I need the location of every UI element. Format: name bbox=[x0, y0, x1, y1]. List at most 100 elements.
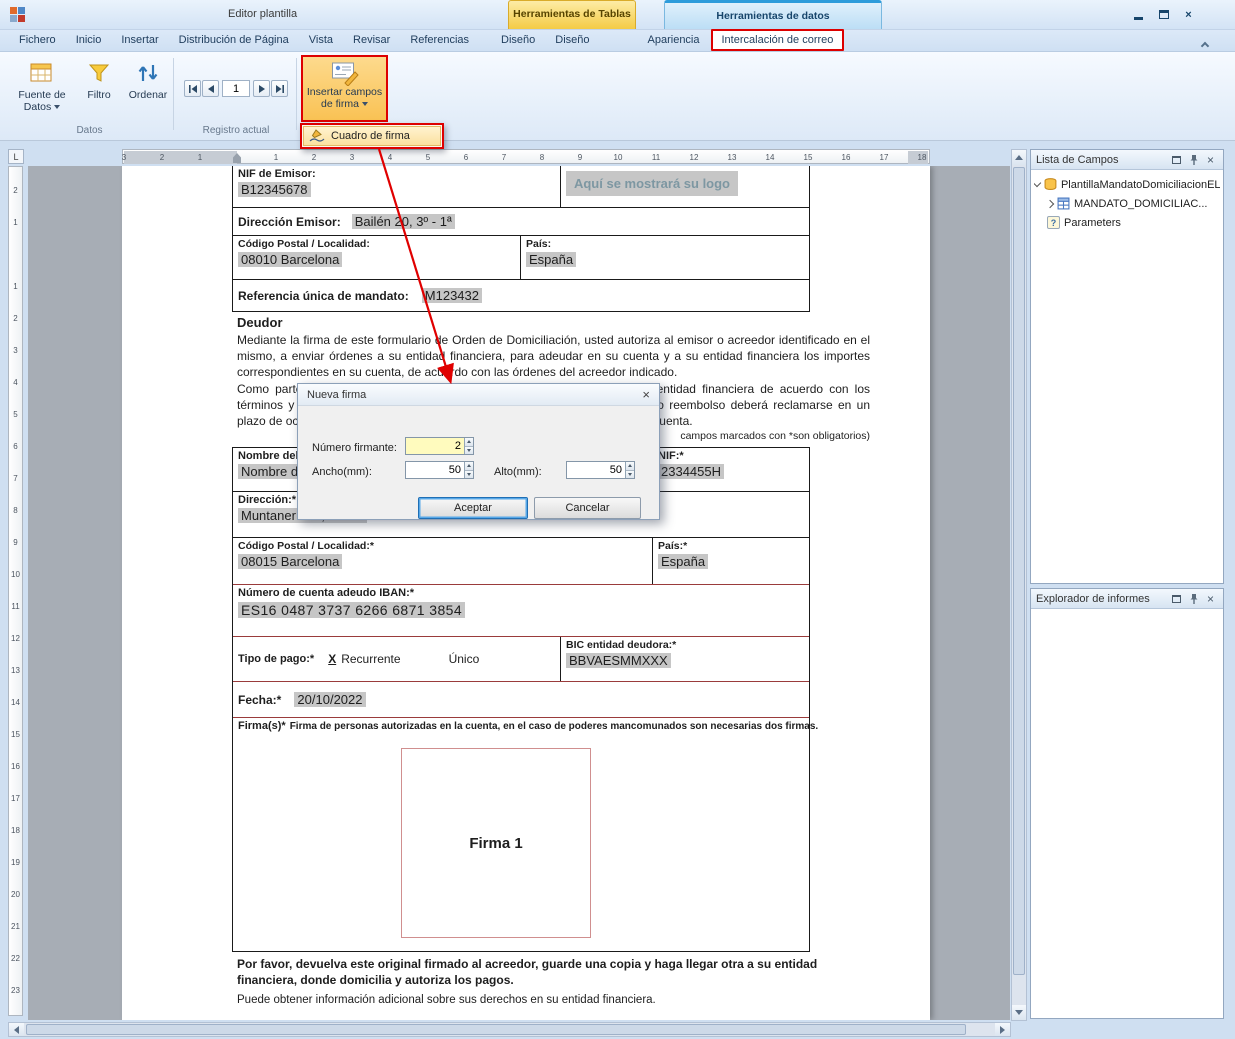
tab-referencias[interactable]: Referencias bbox=[401, 30, 478, 51]
tree-item-parameters[interactable]: ? Parameters bbox=[1034, 213, 1220, 232]
ruler-number: 4 bbox=[371, 150, 409, 165]
data-source-button[interactable]: Fuente de Datos bbox=[12, 56, 72, 122]
minimize-button[interactable] bbox=[1130, 7, 1147, 22]
filter-button[interactable]: Filtro bbox=[76, 56, 122, 122]
tab-inicio[interactable]: Inicio bbox=[67, 30, 111, 51]
vertical-ruler: 211234567891011121314151617181920212223 bbox=[8, 166, 23, 1016]
emisor-nif-field[interactable]: B12345678 bbox=[238, 182, 311, 197]
previous-record-button[interactable] bbox=[202, 80, 219, 97]
panel-title: Lista de Campos bbox=[1036, 154, 1167, 166]
tab-fichero[interactable]: Fichero bbox=[10, 30, 65, 51]
tree-item-table[interactable]: MANDATO_DOMICILIAC... bbox=[1034, 194, 1220, 213]
emisor-cp-field[interactable]: 08010 Barcelona bbox=[238, 252, 342, 267]
group-separator bbox=[296, 58, 297, 130]
tab-vista[interactable]: Vista bbox=[300, 30, 342, 51]
dialog-title-bar[interactable]: Nueva firma × bbox=[298, 384, 659, 406]
ruler-number: 3 bbox=[105, 150, 143, 165]
horizontal-scrollbar-thumb[interactable] bbox=[26, 1024, 966, 1035]
aceptar-button[interactable]: Aceptar bbox=[418, 497, 528, 519]
close-button[interactable]: × bbox=[1180, 7, 1197, 22]
window-title: Editor plantilla bbox=[228, 8, 297, 20]
minimize-icon bbox=[1134, 17, 1143, 20]
ancho-spinner[interactable] bbox=[464, 462, 473, 478]
app-icon bbox=[10, 7, 26, 23]
ribbon-collapse-button[interactable] bbox=[1197, 38, 1213, 50]
tab-selector-box[interactable]: L bbox=[8, 149, 24, 164]
alto-spinner[interactable] bbox=[625, 462, 634, 478]
title-bar: Editor plantilla Herramientas de Tablas … bbox=[0, 0, 1235, 30]
table-row: NIF de Emisor: B12345678 Aquí se mostrar… bbox=[233, 166, 809, 208]
ancho-input[interactable] bbox=[406, 462, 464, 478]
tipo-recurrente-label[interactable]: Recurrente bbox=[341, 652, 400, 666]
tipo-pago-x-mark[interactable]: X bbox=[328, 652, 336, 666]
ancho-label: Ancho(mm): bbox=[312, 466, 372, 478]
maximize-button[interactable] bbox=[1169, 591, 1184, 606]
tree-item-datasource[interactable]: PlantillaMandatoDomiciliacionEL bbox=[1034, 175, 1220, 194]
document-page[interactable]: NIF de Emisor: B12345678 Aquí se mostrar… bbox=[122, 166, 930, 1020]
deudor-nif-field[interactable]: 2334455H bbox=[658, 464, 724, 479]
bic-field[interactable]: BBVAESMMXXX bbox=[566, 653, 671, 668]
emisor-pais-label: País: bbox=[526, 238, 576, 250]
maximize-button[interactable] bbox=[1169, 152, 1184, 167]
deudor-iban-cell: Número de cuenta adeudo IBAN:* ES16 0487… bbox=[233, 585, 470, 636]
menu-item-cuadro-de-firma[interactable]: Cuadro de firma bbox=[303, 126, 441, 146]
numero-firmante-input[interactable] bbox=[406, 438, 464, 454]
ruler-number: 2 bbox=[295, 150, 333, 165]
emisor-direccion-field[interactable]: Bailén 20, 3º - 1ª bbox=[352, 214, 455, 229]
ruler-number: 19 bbox=[9, 847, 22, 879]
next-record-button[interactable] bbox=[253, 80, 270, 97]
dialog-close-button[interactable]: × bbox=[642, 388, 650, 401]
deudor-cp-field[interactable]: 08015 Barcelona bbox=[238, 554, 342, 569]
first-record-button[interactable] bbox=[184, 80, 201, 97]
ruler-number: 18 bbox=[903, 150, 941, 165]
tipo-unico-label[interactable]: Único bbox=[449, 652, 480, 666]
emisor-nif-cell: NIF de Emisor: B12345678 bbox=[233, 166, 561, 207]
tab-revisar[interactable]: Revisar bbox=[344, 30, 399, 51]
iban-field[interactable]: ES16 0487 3737 6266 6871 3854 bbox=[238, 602, 465, 618]
fecha-field[interactable]: 20/10/2022 bbox=[294, 692, 365, 707]
contextual-group-table-tools[interactable]: Herramientas de Tablas bbox=[508, 0, 636, 29]
emisor-pais-field[interactable]: España bbox=[526, 252, 576, 267]
scroll-down-button[interactable] bbox=[1012, 1005, 1026, 1020]
tree-item-label: MANDATO_DOMICILIAC... bbox=[1074, 198, 1207, 210]
tab-diseno-datos[interactable]: Diseño bbox=[546, 30, 598, 51]
pin-button[interactable] bbox=[1186, 591, 1201, 606]
ruler-number: 20 bbox=[9, 879, 22, 911]
spin-up-icon bbox=[626, 462, 634, 471]
sort-button[interactable]: Ordenar bbox=[124, 56, 172, 122]
contextual-group-data-tools[interactable]: Herramientas de datos bbox=[664, 0, 882, 29]
last-record-button[interactable] bbox=[271, 80, 288, 97]
alto-input[interactable] bbox=[567, 462, 625, 478]
numero-firmante-spinner[interactable] bbox=[464, 438, 473, 454]
ruler-number: 17 bbox=[9, 783, 22, 815]
tab-apariencia[interactable]: Apariencia bbox=[639, 30, 709, 51]
footer-normal-text: Puede obtener información adicional sobr… bbox=[237, 994, 870, 1006]
record-number-input[interactable] bbox=[222, 80, 250, 97]
deudor-table: Nombre del deudor:* Nombre del deudor NI… bbox=[232, 447, 810, 952]
group-separator bbox=[173, 58, 174, 130]
pin-button[interactable] bbox=[1186, 152, 1201, 167]
close-panel-button[interactable]: × bbox=[1203, 152, 1218, 167]
cancelar-button[interactable]: Cancelar bbox=[534, 497, 641, 519]
deudor-cp-label: Código Postal / Localidad:* bbox=[238, 540, 647, 552]
paragraph-1: Mediante la firma de este formulario de … bbox=[237, 332, 870, 380]
vertical-scrollbar-thumb[interactable] bbox=[1013, 167, 1025, 975]
scroll-right-button[interactable] bbox=[995, 1023, 1010, 1036]
restore-icon bbox=[1159, 10, 1169, 19]
tab-distribucion-de-pagina[interactable]: Distribución de Página bbox=[170, 30, 298, 51]
first-record-icon bbox=[188, 84, 198, 94]
close-panel-button[interactable]: × bbox=[1203, 591, 1218, 606]
deudor-pais-field[interactable]: España bbox=[658, 554, 708, 569]
tab-insertar[interactable]: Insertar bbox=[112, 30, 167, 51]
scroll-up-button[interactable] bbox=[1012, 150, 1026, 165]
referencia-field[interactable]: M123432 bbox=[422, 288, 482, 303]
restore-button[interactable] bbox=[1155, 7, 1172, 22]
signature-box[interactable]: Firma 1 bbox=[401, 748, 591, 938]
fecha-label: Fecha:* bbox=[238, 693, 281, 707]
insert-signature-fields-button[interactable]: Insertar campos de firma bbox=[301, 55, 388, 122]
fecha-cell: Fecha:* 20/10/2022 bbox=[233, 690, 371, 709]
tab-intercalacion-de-correo[interactable]: Intercalación de correo bbox=[711, 29, 845, 51]
scroll-left-button[interactable] bbox=[9, 1023, 24, 1036]
iban-label: Número de cuenta adeudo IBAN:* bbox=[238, 587, 465, 599]
tab-diseno-tablas[interactable]: Diseño bbox=[492, 30, 544, 51]
